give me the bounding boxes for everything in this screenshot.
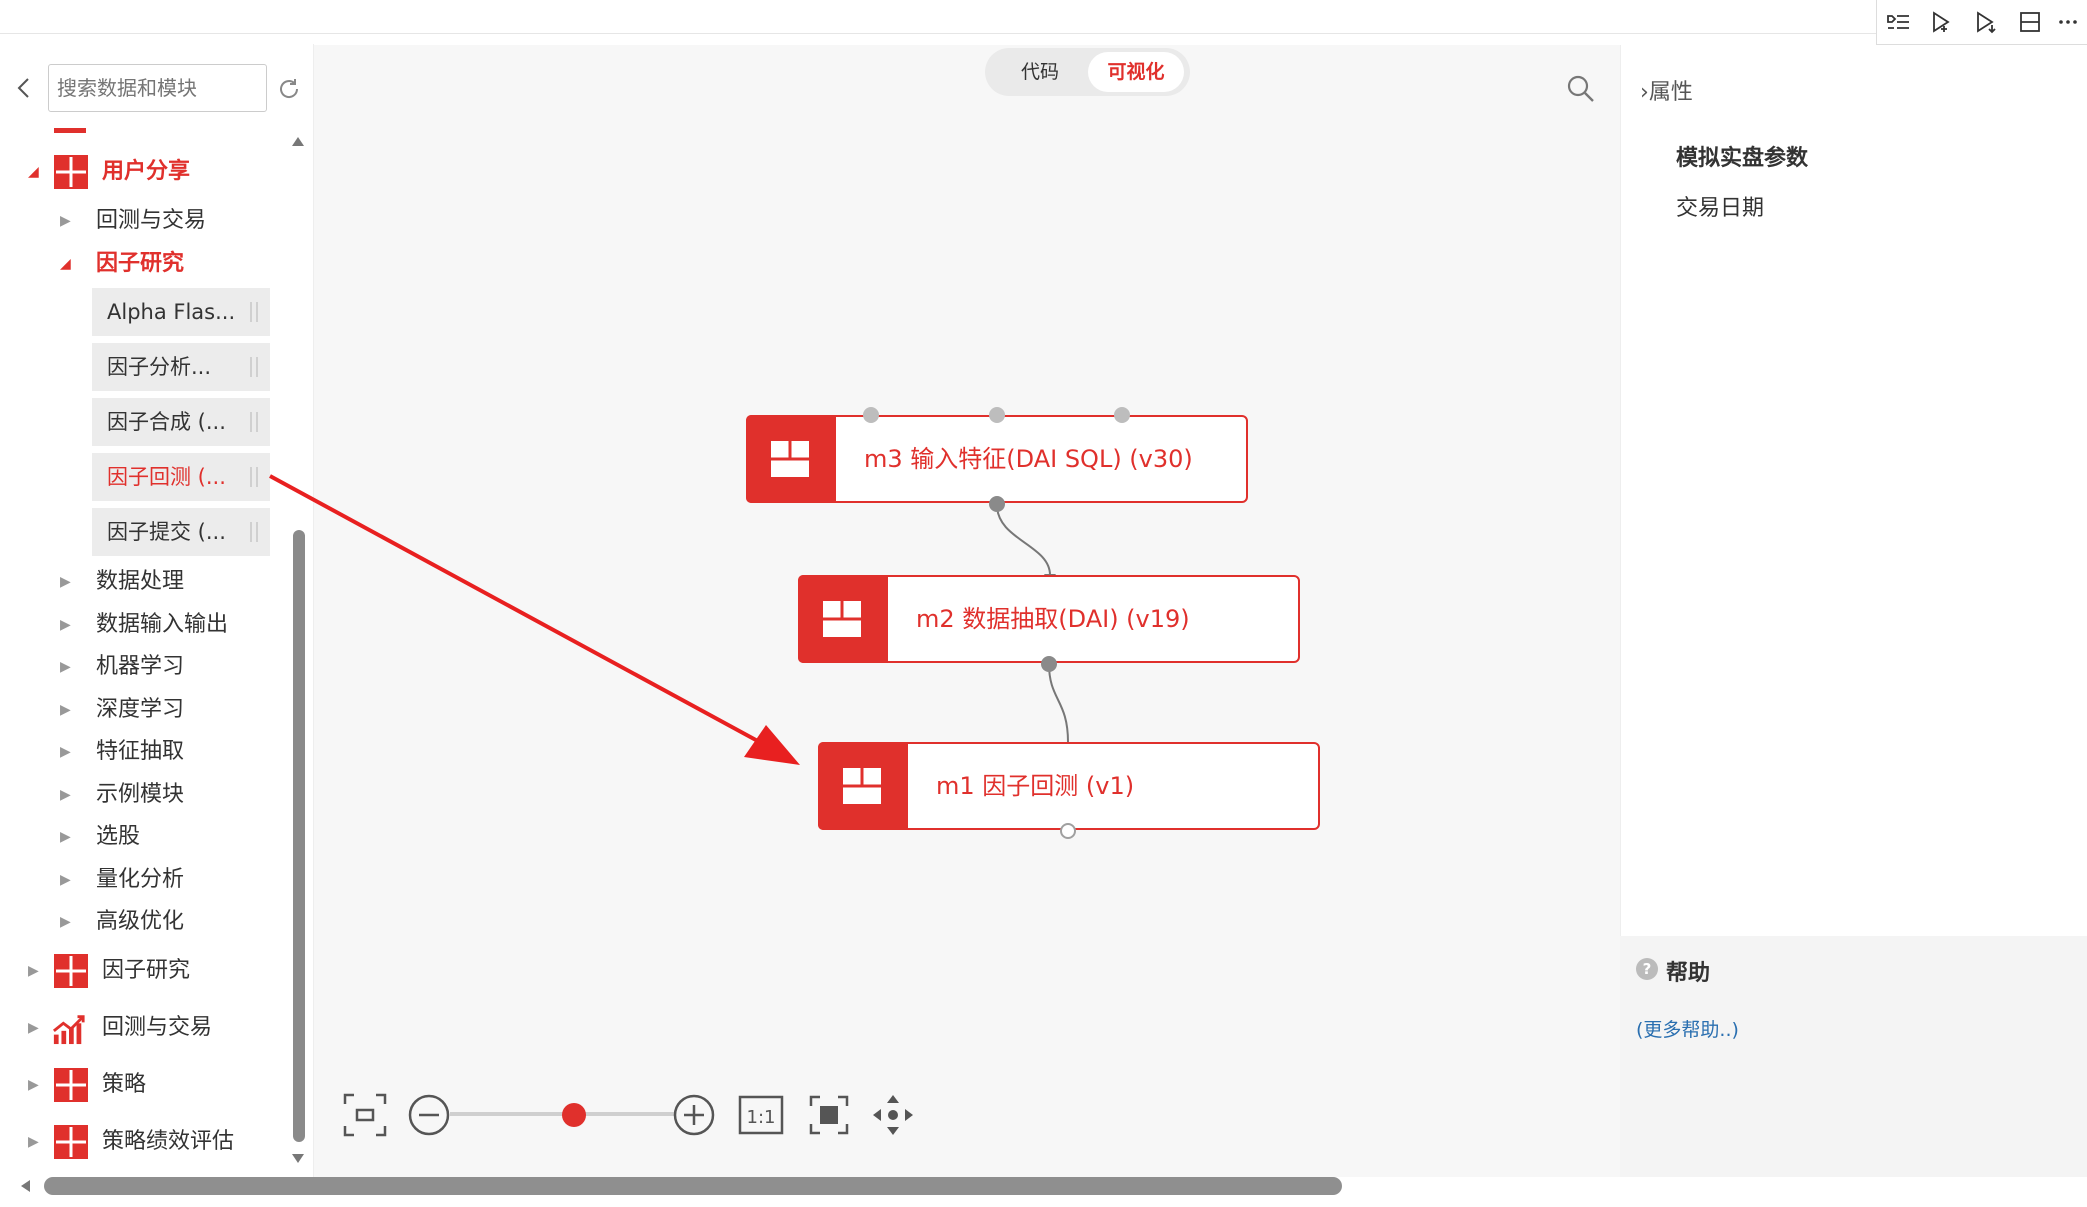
- help-title: 帮助: [1666, 961, 1711, 986]
- fit-screen-icon[interactable]: [342, 1092, 388, 1138]
- node-label: m1 因子回测 (v1): [936, 772, 1135, 800]
- module-icon: [771, 441, 809, 477]
- property-trade-date[interactable]: 交易日期: [1676, 190, 1764, 222]
- module-icon-box: [798, 575, 888, 663]
- properties-title: 属性: [1648, 80, 1693, 105]
- zoom-slider-knob[interactable]: [561, 1103, 586, 1127]
- annotation-arrowhead-icon: [744, 725, 800, 765]
- chevron-right-icon: ›: [1640, 80, 1649, 105]
- node-m2[interactable]: m2 数据抽取(DAI) (v19): [798, 575, 1300, 663]
- output-port[interactable]: [989, 496, 1005, 512]
- input-port[interactable]: [989, 407, 1005, 423]
- properties-section-title: 模拟实盘参数: [1676, 146, 1809, 171]
- module-icon: [823, 601, 861, 637]
- module-icon: [843, 768, 881, 804]
- zoom-in-icon[interactable]: [671, 1092, 717, 1138]
- module-icon-box: [746, 415, 836, 503]
- svg-text:1:1: 1:1: [747, 1107, 776, 1128]
- actual-size-icon[interactable]: 1:1: [738, 1092, 784, 1138]
- output-port[interactable]: [1041, 656, 1057, 672]
- input-port[interactable]: [863, 407, 879, 423]
- zoom-out-icon[interactable]: [406, 1092, 452, 1138]
- help-question-icon: ?: [1636, 958, 1658, 980]
- node-label: m2 数据抽取(DAI) (v19): [916, 605, 1190, 633]
- center-content-icon[interactable]: [806, 1092, 852, 1138]
- edge-m3-m2: [996, 504, 1051, 576]
- node-label: m3 输入特征(DAI SQL) (v30): [864, 445, 1193, 473]
- node-m3[interactable]: m3 输入特征(DAI SQL) (v30): [746, 415, 1248, 503]
- output-port[interactable]: [1060, 823, 1076, 839]
- annotation-arrow: [269, 474, 779, 754]
- edge-m2-m1: [1048, 663, 1069, 743]
- module-icon-box: [818, 742, 908, 830]
- node-m1[interactable]: m1 因子回测 (v1): [818, 742, 1320, 830]
- more-help-link[interactable]: (更多帮助..): [1636, 1015, 1739, 1042]
- input-port[interactable]: [1114, 407, 1130, 423]
- properties-header[interactable]: ›属性: [1640, 74, 1693, 106]
- pan-move-icon[interactable]: [870, 1092, 916, 1138]
